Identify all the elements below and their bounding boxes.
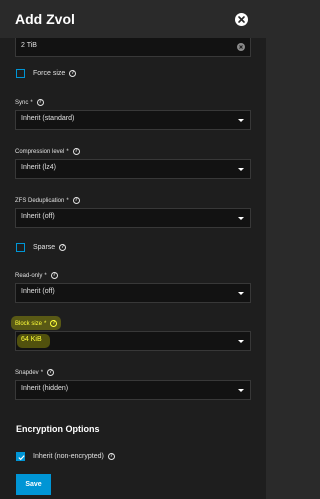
help-icon[interactable]: ? bbox=[72, 148, 80, 155]
chevron-down-icon bbox=[238, 292, 244, 295]
required-marker: * bbox=[30, 99, 33, 106]
required-marker: * bbox=[44, 320, 47, 327]
sync-value: Inherit (standard) bbox=[21, 115, 75, 122]
readonly-value: Inherit (off) bbox=[21, 288, 55, 295]
compression-select[interactable]: Inherit (lz4) bbox=[15, 159, 251, 179]
dialog-content: 2 TiB Force size ? Sync * ? Inherit (stan… bbox=[0, 38, 266, 499]
sync-label: Sync * ? bbox=[15, 99, 44, 106]
compression-value: Inherit (lz4) bbox=[21, 164, 57, 171]
clear-icon[interactable] bbox=[237, 43, 245, 51]
size-value: 2 TiB bbox=[21, 42, 37, 49]
sync-select[interactable]: Inherit (standard) bbox=[15, 110, 251, 130]
snapdev-select[interactable]: Inherit (hidden) bbox=[15, 380, 251, 400]
chevron-down-icon bbox=[238, 340, 244, 343]
help-icon[interactable]: ? bbox=[69, 70, 77, 77]
close-icon[interactable] bbox=[235, 13, 248, 26]
sparse-label: Sparse bbox=[33, 244, 56, 251]
block-size-select[interactable]: 64 KiB bbox=[15, 331, 251, 351]
encryption-section-title: Encryption Options bbox=[16, 424, 100, 434]
encryption-inherit-checkbox[interactable] bbox=[16, 452, 25, 461]
help-icon[interactable]: ? bbox=[50, 320, 58, 327]
sync-label-text: Sync bbox=[15, 99, 29, 106]
required-marker: * bbox=[66, 197, 69, 204]
dialog-title: Add Zvol bbox=[15, 11, 75, 27]
chevron-down-icon bbox=[238, 119, 244, 122]
snapdev-value: Inherit (hidden) bbox=[21, 385, 69, 392]
chevron-down-icon bbox=[238, 168, 244, 171]
force-size-row[interactable]: Force size ? bbox=[16, 69, 77, 78]
encryption-inherit-row[interactable]: Inherit (non-encrypted) ? bbox=[16, 452, 115, 461]
sparse-checkbox[interactable] bbox=[16, 243, 25, 252]
snapdev-label: Snapdev * ? bbox=[15, 369, 55, 376]
help-icon[interactable]: ? bbox=[36, 99, 44, 106]
required-marker: * bbox=[66, 148, 69, 155]
help-icon[interactable]: ? bbox=[72, 197, 80, 204]
block-size-label-text: Block size bbox=[15, 320, 43, 327]
dedup-label: ZFS Deduplication * ? bbox=[15, 197, 80, 204]
block-size-label: Block size * ? bbox=[15, 320, 58, 327]
help-icon[interactable]: ? bbox=[50, 272, 58, 279]
required-marker: * bbox=[44, 272, 47, 279]
snapdev-label-text: Snapdev bbox=[15, 369, 39, 376]
dedup-select[interactable]: Inherit (off) bbox=[15, 208, 251, 228]
compression-label: Compression level * ? bbox=[15, 148, 80, 155]
required-marker: * bbox=[40, 369, 44, 376]
dedup-value: Inherit (off) bbox=[21, 213, 55, 220]
force-size-label: Force size bbox=[33, 70, 66, 77]
force-size-checkbox[interactable] bbox=[16, 69, 25, 78]
save-button[interactable]: Save bbox=[16, 474, 51, 495]
dedup-label-text: ZFS Deduplication bbox=[15, 197, 65, 204]
size-input[interactable]: 2 TiB bbox=[15, 38, 251, 57]
help-icon[interactable]: ? bbox=[47, 369, 55, 376]
chevron-down-icon bbox=[238, 217, 244, 220]
sparse-row[interactable]: Sparse ? bbox=[16, 243, 67, 252]
compression-label-text: Compression level bbox=[15, 148, 65, 155]
dialog-header: Add Zvol bbox=[0, 0, 266, 38]
help-icon[interactable]: ? bbox=[59, 244, 67, 251]
encryption-inherit-label: Inherit (non-encrypted) bbox=[33, 453, 104, 460]
readonly-select[interactable]: Inherit (off) bbox=[15, 283, 251, 303]
readonly-label: Read-only * ? bbox=[15, 272, 58, 279]
block-size-value: 64 KiB bbox=[21, 336, 42, 343]
help-icon[interactable]: ? bbox=[107, 453, 115, 460]
readonly-label-text: Read-only bbox=[15, 272, 43, 279]
chevron-down-icon bbox=[238, 389, 244, 392]
